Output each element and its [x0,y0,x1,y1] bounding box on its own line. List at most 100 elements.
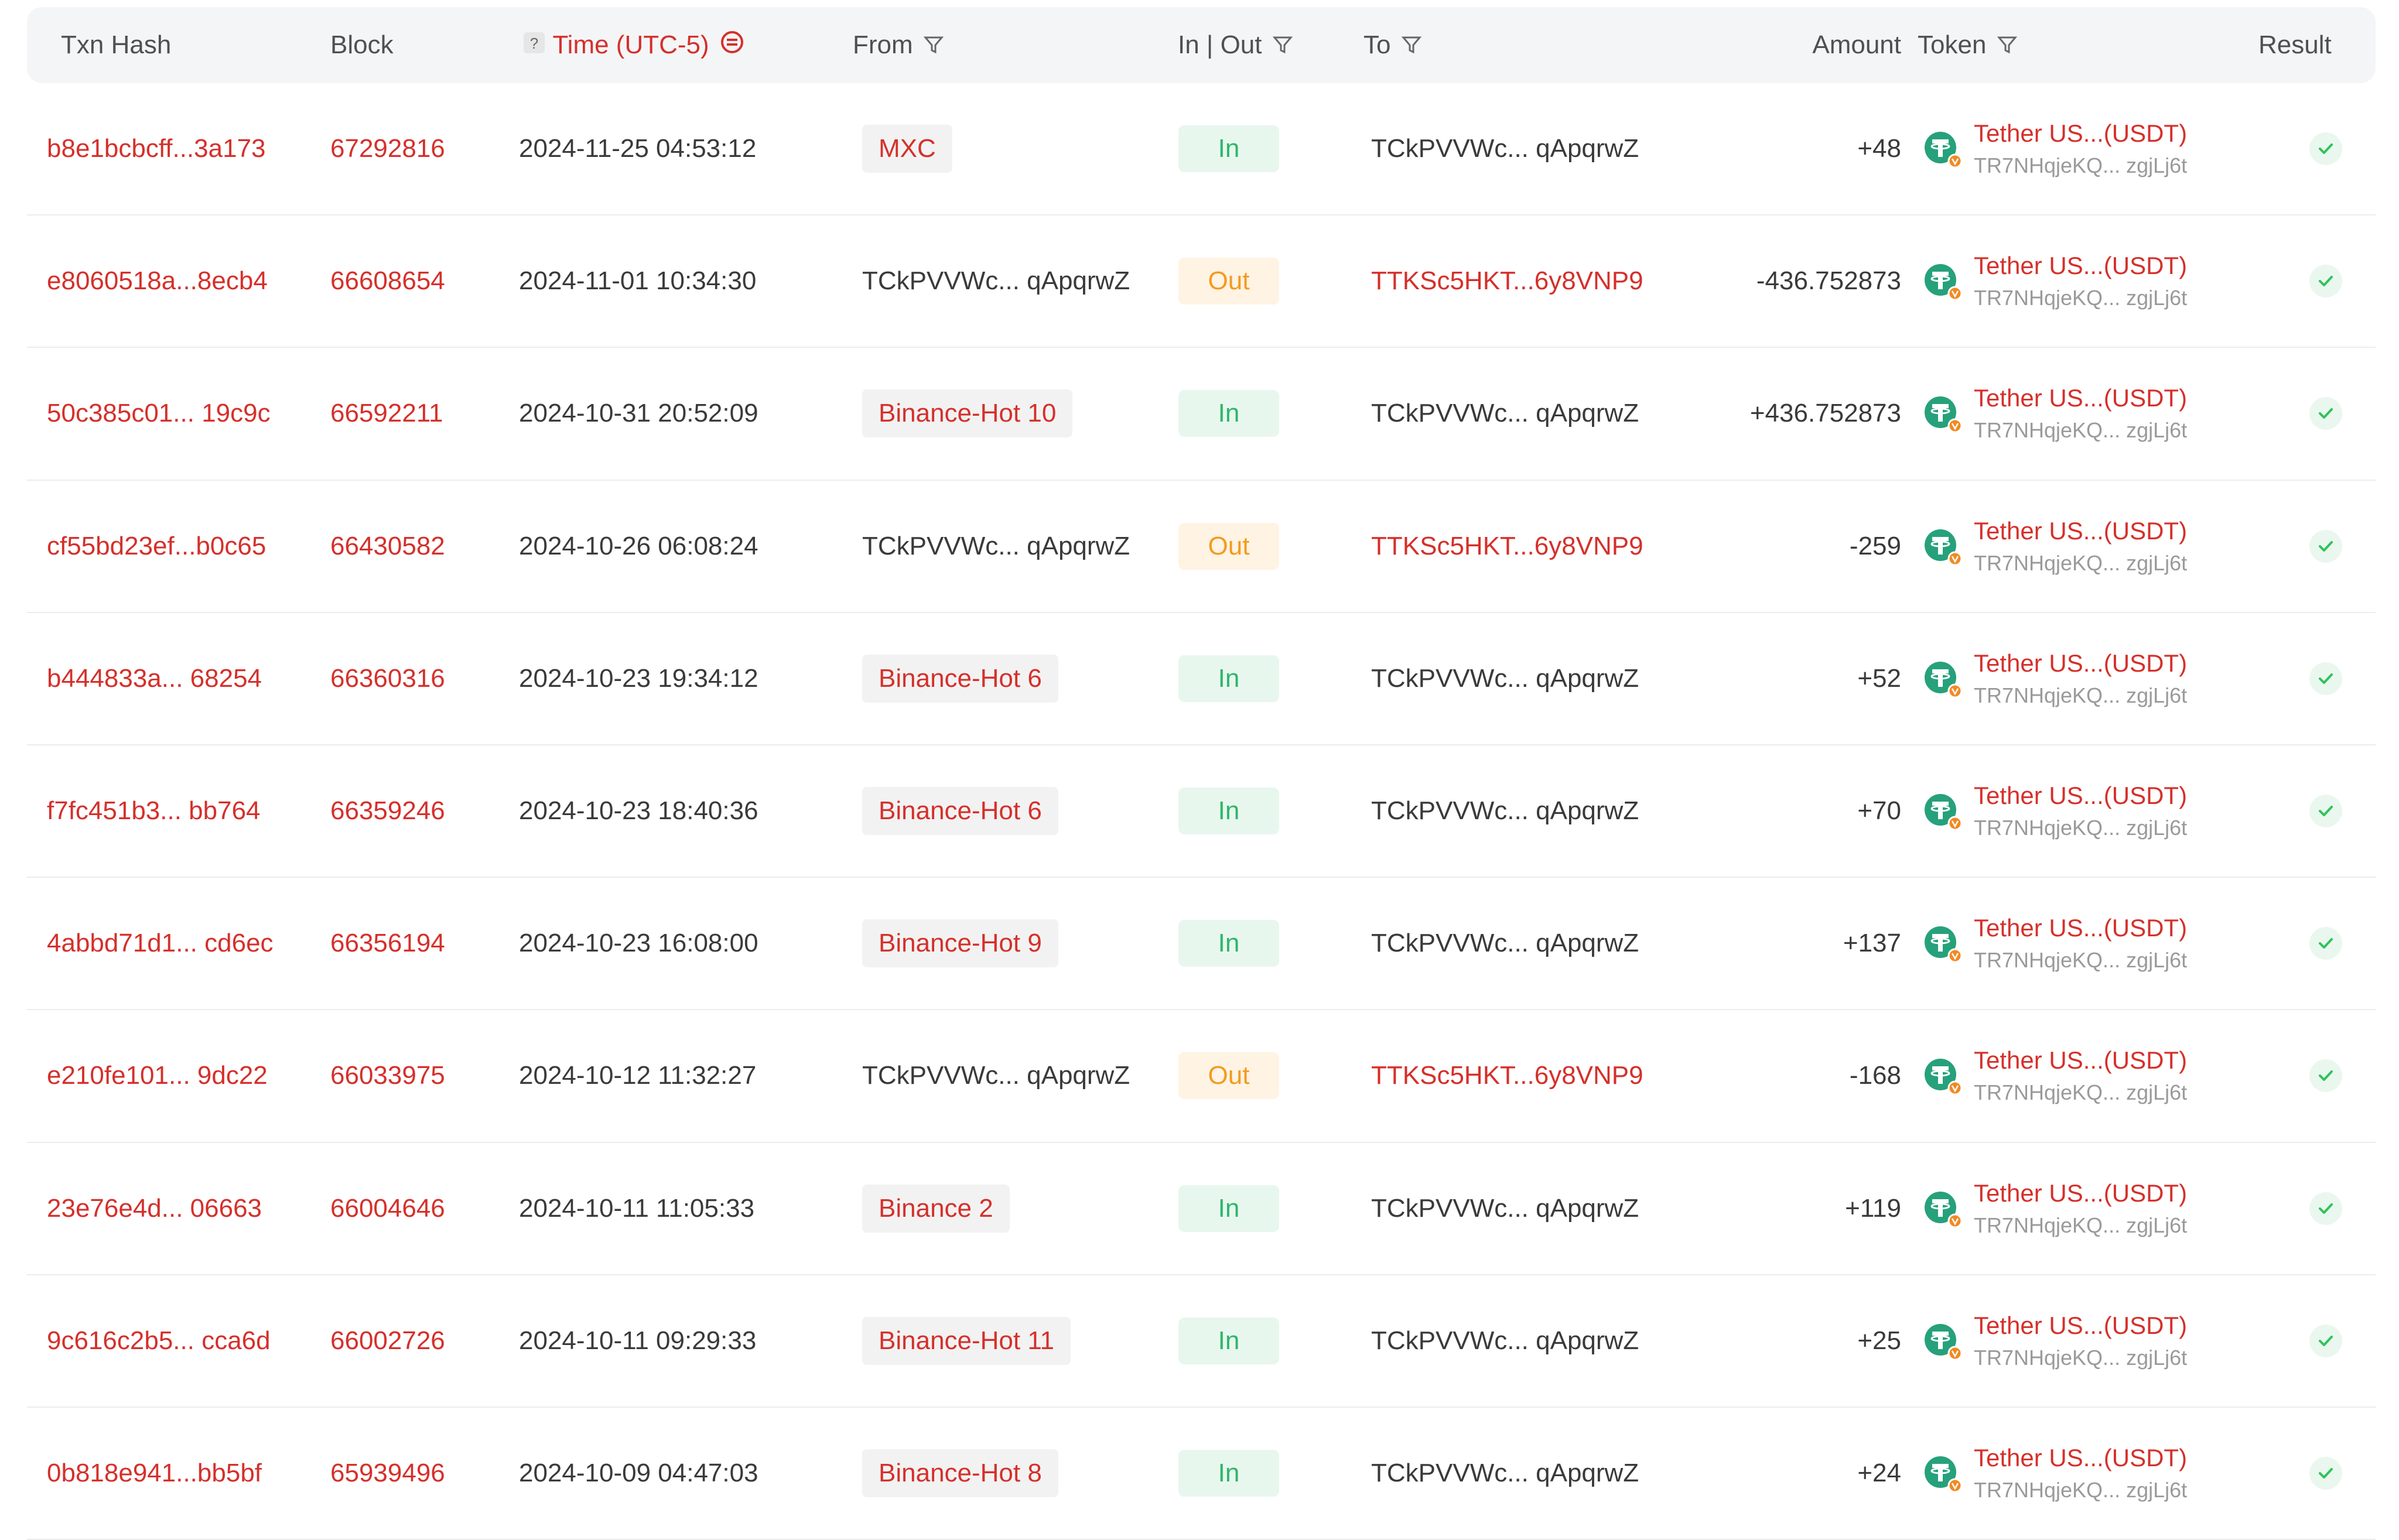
block-link[interactable]: 66592211 [330,348,443,479]
block-link[interactable]: 66033975 [330,1010,445,1141]
from-tag[interactable]: Binance-Hot 6 [862,654,1058,703]
table-row: 0b818e941...bb5bf 65939496 2024-10-09 04… [27,1408,2376,1540]
filter-icon[interactable] [1272,8,1293,84]
txn-hash-link[interactable]: e210fe101... 9dc22 [47,1010,268,1141]
result-cell [2299,878,2352,1009]
to-address[interactable]: TCkPVVWc... qApqrwZ [1371,664,1639,693]
block-link[interactable]: 66356194 [330,878,445,1009]
token-name-link[interactable]: Tether US...(USDT) [1974,1176,2187,1210]
from-tag[interactable]: Binance-Hot 6 [862,787,1058,836]
to-address[interactable]: TCkPVVWc... qApqrwZ [1371,1194,1639,1223]
filter-icon[interactable] [1401,8,1421,84]
success-check-icon [2309,1059,2342,1093]
direction-cell: Out [1178,215,1279,347]
col-token-label: Token [1918,30,1987,59]
to-address[interactable]: TCkPVVWc... qApqrwZ [1371,1326,1639,1356]
direction-badge: In [1178,1317,1279,1364]
token-cell: Tether US...(USDT) TR7NHqjeKQ... zgjLj6t [1922,348,2187,479]
token-name-link[interactable]: Tether US...(USDT) [1974,646,2187,680]
to-address[interactable]: TCkPVVWc... qApqrwZ [1371,134,1639,163]
txn-hash-link[interactable]: b444833a... 68254 [47,613,262,744]
txn-hash-link[interactable]: 4abbd71d1... cd6ec [47,878,274,1009]
block-link[interactable]: 66004646 [330,1143,445,1274]
token-contract[interactable]: TR7NHqjeKQ... zgjLj6t [1974,680,2187,711]
token-name-link[interactable]: Tether US...(USDT) [1974,1441,2187,1475]
to-cell: TTKSc5HKT...6y8VNP9 [1371,215,1643,347]
from-tag[interactable]: Binance 2 [862,1184,1010,1233]
txn-hash-link[interactable]: e8060518a...8ecb4 [47,215,268,347]
time-cell: 2024-10-11 11:05:33 [519,1193,755,1223]
col-amount: Amount [1812,30,1901,59]
token-name-link[interactable]: Tether US...(USDT) [1974,1309,2187,1343]
token-contract[interactable]: TR7NHqjeKQ... zgjLj6t [1974,150,2187,181]
to-address[interactable]: TCkPVVWc... qApqrwZ [1371,929,1639,958]
token-contract[interactable]: TR7NHqjeKQ... zgjLj6t [1974,1475,2187,1505]
txn-hash-link[interactable]: 0b818e941...bb5bf [47,1408,262,1539]
token-name-link[interactable]: Tether US...(USDT) [1974,117,2187,150]
help-icon[interactable]: ? [522,8,546,84]
block-link[interactable]: 67292816 [330,83,445,214]
token-contract[interactable]: TR7NHqjeKQ... zgjLj6t [1974,548,2187,579]
from-cell: Binance-Hot 11 [862,1275,1071,1406]
block-link[interactable]: 65939496 [330,1408,445,1539]
col-from: From [853,7,944,83]
to-address[interactable]: TCkPVVWc... qApqrwZ [1371,399,1639,428]
block-link[interactable]: 66359246 [330,745,445,877]
token-contract[interactable]: TR7NHqjeKQ... zgjLj6t [1974,415,2187,446]
direction-cell: In [1178,745,1279,877]
from-tag[interactable]: Binance-Hot 8 [862,1449,1058,1497]
direction-badge: In [1178,125,1279,173]
table-row: e8060518a...8ecb4 66608654 2024-11-01 10… [27,215,2376,348]
to-cell: TCkPVVWc... qApqrwZ [1371,348,1639,479]
col-time[interactable]: ? Time (UTC-5) [519,7,744,83]
amount-cell: +24 [1857,1458,1901,1487]
to-address[interactable]: TTKSc5HKT...6y8VNP9 [1371,266,1643,296]
token-contract[interactable]: TR7NHqjeKQ... zgjLj6t [1974,1210,2187,1241]
filter-icon[interactable] [1997,8,2017,84]
to-cell: TCkPVVWc... qApqrwZ [1371,1408,1639,1539]
block-link[interactable]: 66430582 [330,481,445,612]
token-cell: Tether US...(USDT) TR7NHqjeKQ... zgjLj6t [1922,1408,2187,1539]
to-address[interactable]: TTKSc5HKT...6y8VNP9 [1371,532,1643,561]
txn-hash-link[interactable]: 50c385c01... 19c9c [47,348,271,479]
result-cell [2299,1010,2352,1141]
token-name-link[interactable]: Tether US...(USDT) [1974,779,2187,813]
to-address[interactable]: TCkPVVWc... qApqrwZ [1371,1459,1639,1488]
to-cell: TTKSc5HKT...6y8VNP9 [1371,1010,1643,1141]
from-address[interactable]: TCkPVVWc... qApqrwZ [862,532,1130,561]
token-contract[interactable]: TR7NHqjeKQ... zgjLj6t [1974,1077,2187,1108]
table-row: b444833a... 68254 66360316 2024-10-23 19… [27,613,2376,745]
from-address[interactable]: TCkPVVWc... qApqrwZ [862,266,1130,296]
txn-hash-link[interactable]: f7fc451b3... bb764 [47,745,261,877]
txn-hash-link[interactable]: 9c616c2b5... cca6d [47,1275,271,1406]
token-contract[interactable]: TR7NHqjeKQ... zgjLj6t [1974,1343,2187,1373]
from-tag[interactable]: Binance-Hot 9 [862,919,1058,968]
to-address[interactable]: TTKSc5HKT...6y8VNP9 [1371,1061,1643,1090]
token-name-link[interactable]: Tether US...(USDT) [1974,911,2187,945]
token-name-link[interactable]: Tether US...(USDT) [1974,249,2187,283]
table-row: 9c616c2b5... cca6d 66002726 2024-10-11 0… [27,1275,2376,1408]
token-contract[interactable]: TR7NHqjeKQ... zgjLj6t [1974,283,2187,313]
time-cell: 2024-10-31 20:52:09 [519,399,758,428]
result-cell [2299,1275,2352,1406]
txn-hash-link[interactable]: b8e1bcbcff...3a173 [47,83,266,214]
block-link[interactable]: 66002726 [330,1275,445,1406]
token-contract[interactable]: TR7NHqjeKQ... zgjLj6t [1974,813,2187,843]
token-name-link[interactable]: Tether US...(USDT) [1974,381,2187,415]
token-cell: Tether US...(USDT) TR7NHqjeKQ... zgjLj6t [1922,1010,2187,1141]
block-link[interactable]: 66608654 [330,215,445,347]
block-link[interactable]: 66360316 [330,613,445,744]
to-address[interactable]: TCkPVVWc... qApqrwZ [1371,796,1639,826]
txn-hash-link[interactable]: 23e76e4d... 06663 [47,1143,262,1274]
txn-hash-link[interactable]: cf55bd23ef...b0c65 [47,481,266,612]
from-tag[interactable]: MXC [862,125,952,173]
token-name-link[interactable]: Tether US...(USDT) [1974,1043,2187,1077]
from-address[interactable]: TCkPVVWc... qApqrwZ [862,1061,1130,1090]
from-tag[interactable]: Binance-Hot 11 [862,1316,1071,1365]
token-contract[interactable]: TR7NHqjeKQ... zgjLj6t [1974,945,2187,976]
filter-icon[interactable] [923,8,944,84]
from-tag[interactable]: Binance-Hot 10 [862,389,1073,438]
to-cell: TTKSc5HKT...6y8VNP9 [1371,481,1643,612]
token-name-link[interactable]: Tether US...(USDT) [1974,514,2187,548]
toggle-timezone-icon[interactable] [720,8,744,84]
